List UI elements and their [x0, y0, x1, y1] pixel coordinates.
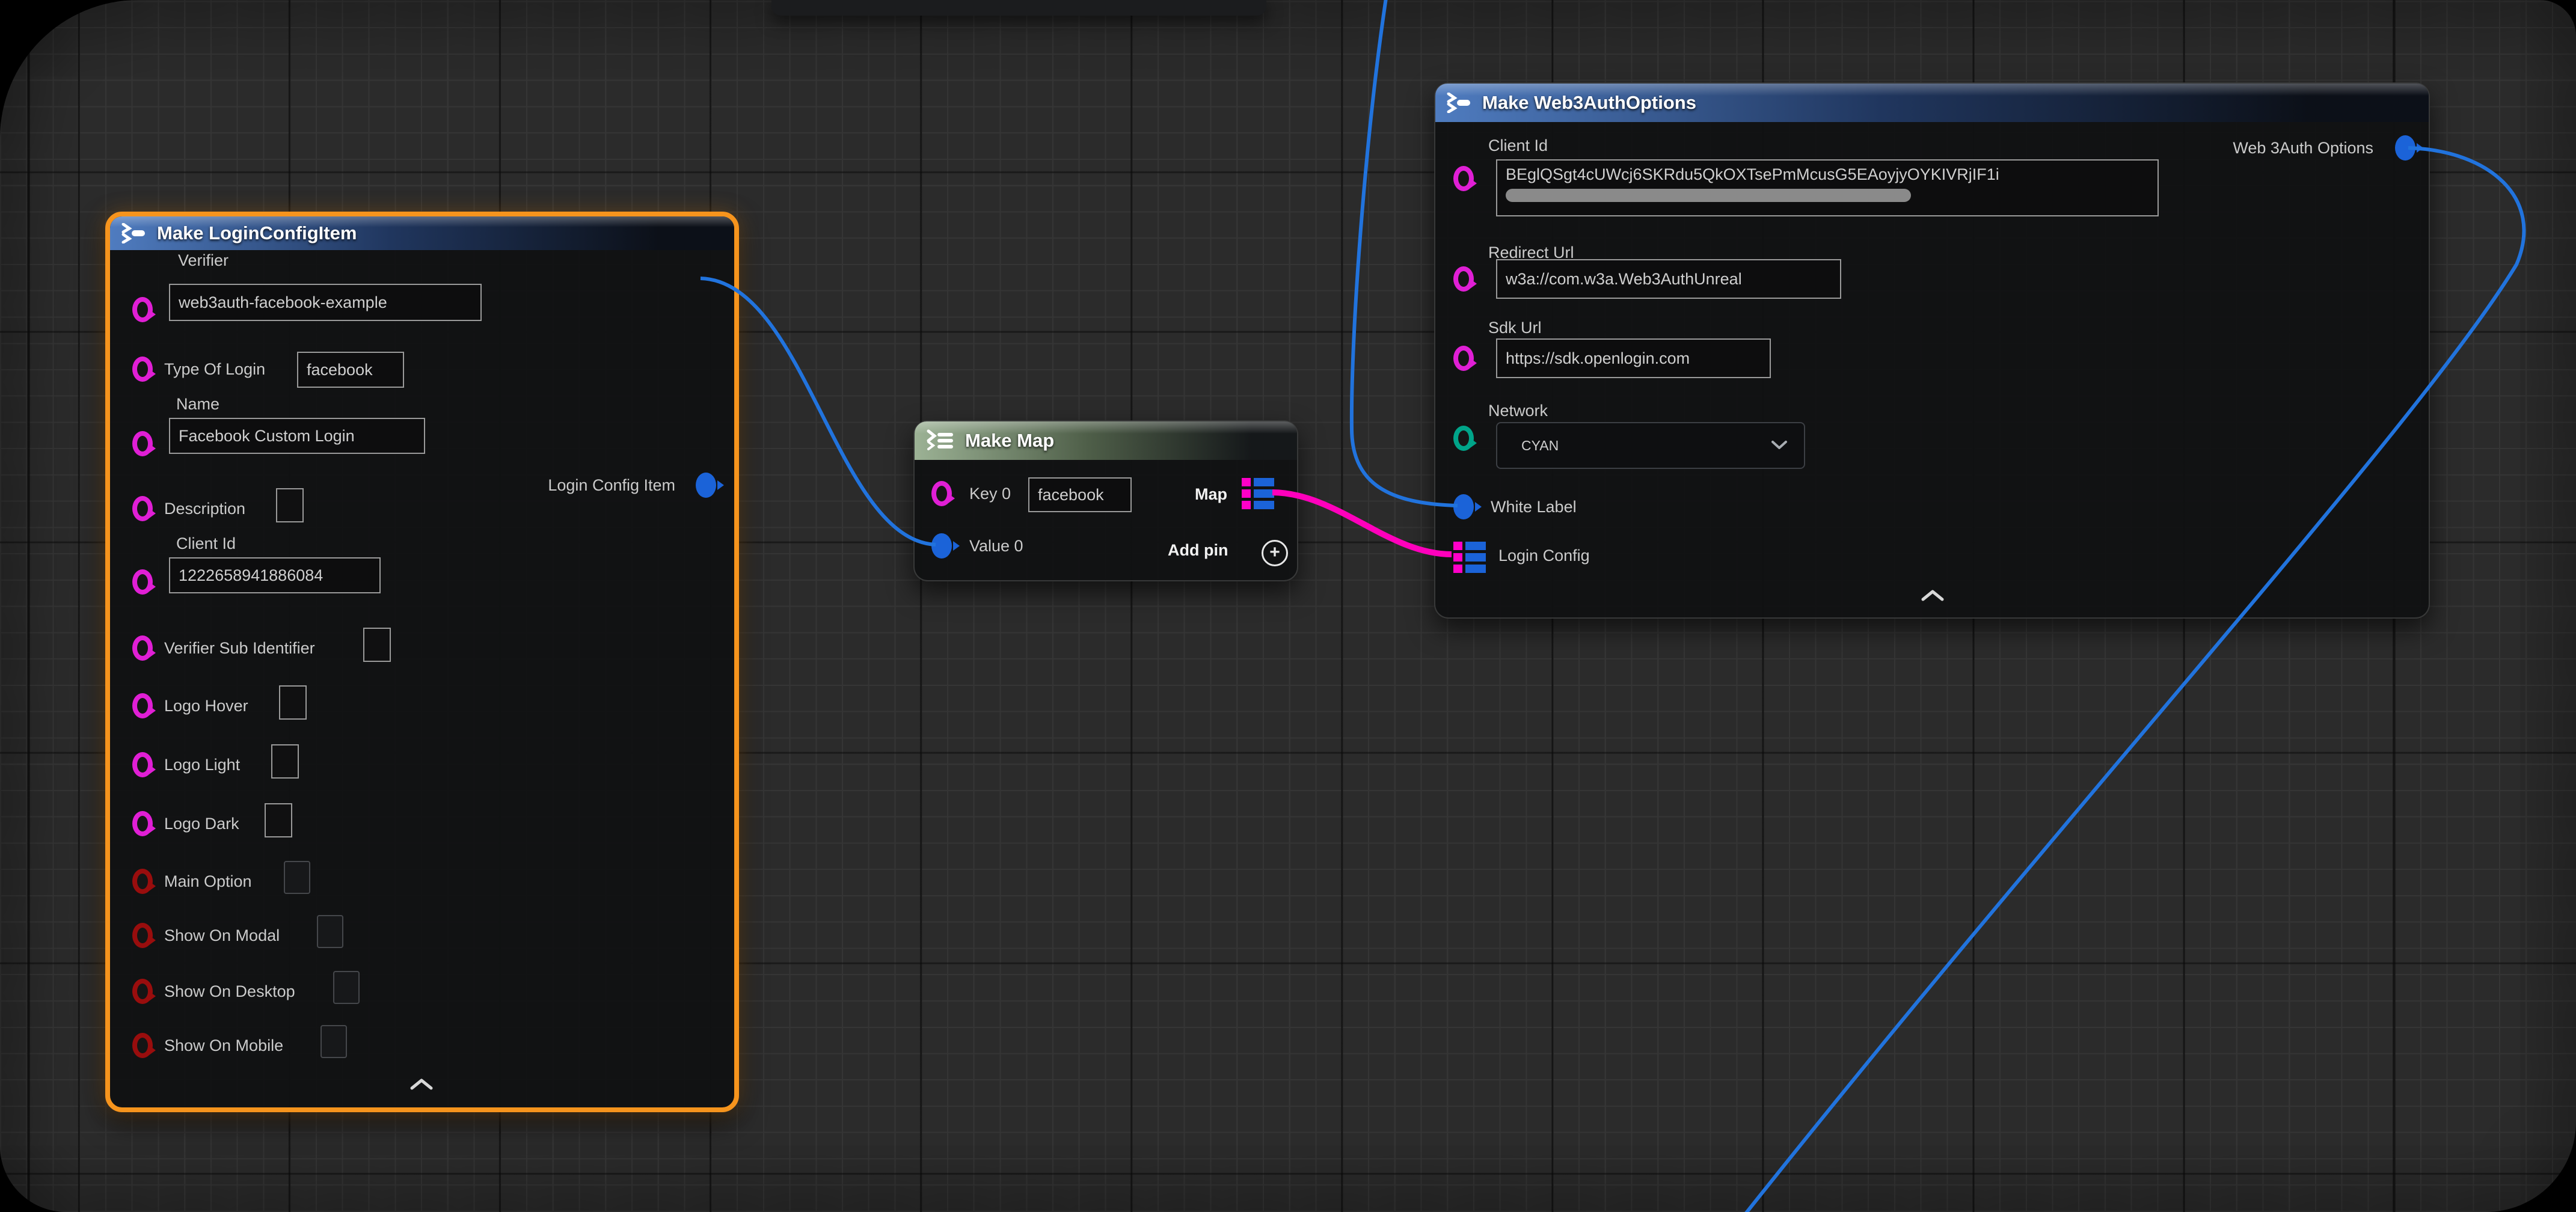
pin-logo-light[interactable]: [132, 752, 153, 777]
pin-label-sdk-url: Sdk Url: [1488, 319, 1542, 337]
client-id-input[interactable]: BEglQSgt4cUWcj6SKRdu5QkOXTsePmMcusG5EAoy…: [1496, 159, 2159, 216]
pin-label-logo-light: Logo Light: [164, 756, 240, 774]
chevron-down-icon: [1770, 438, 1788, 454]
pin-label-white-label: White Label: [1491, 498, 1577, 516]
pin-logo-hover[interactable]: [132, 693, 153, 718]
pin-label-verifier-sub-identifier: Verifier Sub Identifier: [164, 639, 315, 658]
pin-client-id[interactable]: [132, 569, 153, 595]
main-option-checkbox[interactable]: [284, 861, 310, 894]
client-id-input[interactable]: 1222658941886084: [169, 557, 381, 593]
pin-label-logo-dark: Logo Dark: [164, 815, 239, 833]
pin-label-value-0: Value 0: [969, 537, 1023, 556]
redirect-url-input[interactable]: w3a://com.w3a.Web3AuthUnreal: [1496, 259, 1841, 299]
pin-login-config[interactable]: [1453, 542, 1486, 573]
pin-key-0[interactable]: [931, 481, 952, 506]
output-pin-map[interactable]: [1242, 478, 1274, 509]
offscreen-node-bottom[interactable]: [771, 0, 1266, 16]
node-header[interactable]: Make LoginConfigItem: [110, 216, 734, 250]
pin-show-on-mobile[interactable]: [132, 1033, 153, 1058]
pin-verifier-sub-identifier[interactable]: [132, 635, 153, 661]
pin-redirect-url[interactable]: [1453, 266, 1474, 292]
make-struct-icon: [121, 223, 149, 243]
add-pin-button[interactable]: +: [1262, 540, 1288, 566]
collapse-chevron-icon[interactable]: [1920, 589, 1945, 605]
pin-main-option[interactable]: [132, 869, 153, 894]
node-title: Make Map: [965, 430, 1054, 451]
pin-label-show-on-desktop: Show On Desktop: [164, 982, 295, 1001]
pin-label-verifier: Verifier: [178, 251, 228, 270]
logo-dark-input[interactable]: [265, 803, 292, 837]
node-header[interactable]: Make Web3AuthOptions: [1435, 84, 2429, 122]
node-title: Make Web3AuthOptions: [1482, 92, 1696, 114]
pin-label-client-id: Client Id: [1488, 136, 1548, 155]
output-label-map: Map: [1195, 485, 1227, 504]
pin-network[interactable]: [1453, 426, 1474, 451]
show-on-modal-checkbox[interactable]: [317, 915, 343, 948]
pin-label-client-id: Client Id: [176, 534, 236, 553]
pin-label-key-0: Key 0: [969, 485, 1011, 503]
pin-label-name: Name: [176, 395, 219, 414]
key-0-input[interactable]: facebook: [1028, 477, 1132, 512]
network-dropdown[interactable]: CYAN: [1496, 422, 1805, 469]
make-map-icon: [925, 429, 957, 452]
blueprint-editor: Make LoginConfigItem Login Config Item V…: [0, 0, 2576, 1212]
pin-label-login-config: Login Config: [1498, 546, 1590, 565]
description-input[interactable]: [276, 488, 304, 522]
sdk-url-input[interactable]: https://sdk.openlogin.com: [1496, 338, 1771, 378]
verifier-input[interactable]: web3auth-facebook-example: [169, 284, 482, 321]
output-label-login-config-item: Login Config Item: [495, 476, 675, 495]
node-make-map[interactable]: Make Map Key 0 facebook Map Value 0 Add …: [913, 420, 1298, 581]
pin-description[interactable]: [132, 496, 153, 521]
node-make-web3authoptions[interactable]: Make Web3AuthOptions Web 3Auth Options C…: [1434, 82, 2430, 619]
show-on-mobile-checkbox[interactable]: [320, 1025, 347, 1058]
pin-logo-dark[interactable]: [132, 811, 153, 836]
output-pin-login-config-item[interactable]: [696, 473, 716, 498]
node-title: Make LoginConfigItem: [157, 222, 357, 244]
node-header[interactable]: Make Map: [915, 421, 1297, 460]
add-pin-label[interactable]: Add pin: [1168, 541, 1228, 560]
logo-hover-input[interactable]: [279, 685, 307, 720]
pin-show-on-modal[interactable]: [132, 923, 153, 948]
make-struct-icon: [1446, 93, 1474, 113]
pin-label-type-of-login: Type Of Login: [164, 360, 265, 379]
pin-client-id[interactable]: [1453, 166, 1474, 191]
pin-name[interactable]: [132, 431, 153, 456]
pin-label-show-on-mobile: Show On Mobile: [164, 1036, 283, 1055]
pin-label-network: Network: [1488, 402, 1548, 420]
logo-light-input[interactable]: [271, 744, 299, 779]
pin-label-show-on-modal: Show On Modal: [164, 926, 280, 945]
name-input[interactable]: Facebook Custom Login: [169, 418, 425, 454]
textbox-hscrollbar[interactable]: [1506, 189, 1911, 202]
verifier-sub-identifier-input[interactable]: [363, 628, 391, 662]
pin-label-description: Description: [164, 500, 245, 518]
pin-sdk-url[interactable]: [1453, 346, 1474, 371]
pin-label-main-option: Main Option: [164, 872, 252, 891]
collapse-chevron-icon[interactable]: [409, 1077, 434, 1094]
pin-verifier[interactable]: [132, 297, 153, 322]
show-on-desktop-checkbox[interactable]: [333, 971, 360, 1004]
pin-label-logo-hover: Logo Hover: [164, 697, 248, 715]
node-make-loginconfigitem[interactable]: Make LoginConfigItem Login Config Item V…: [105, 212, 739, 1112]
pin-type-of-login[interactable]: [132, 357, 153, 382]
type-of-login-input[interactable]: facebook: [297, 352, 404, 388]
pin-show-on-desktop[interactable]: [132, 979, 153, 1004]
output-label-web3auth-options: Web 3Auth Options: [2163, 139, 2373, 158]
